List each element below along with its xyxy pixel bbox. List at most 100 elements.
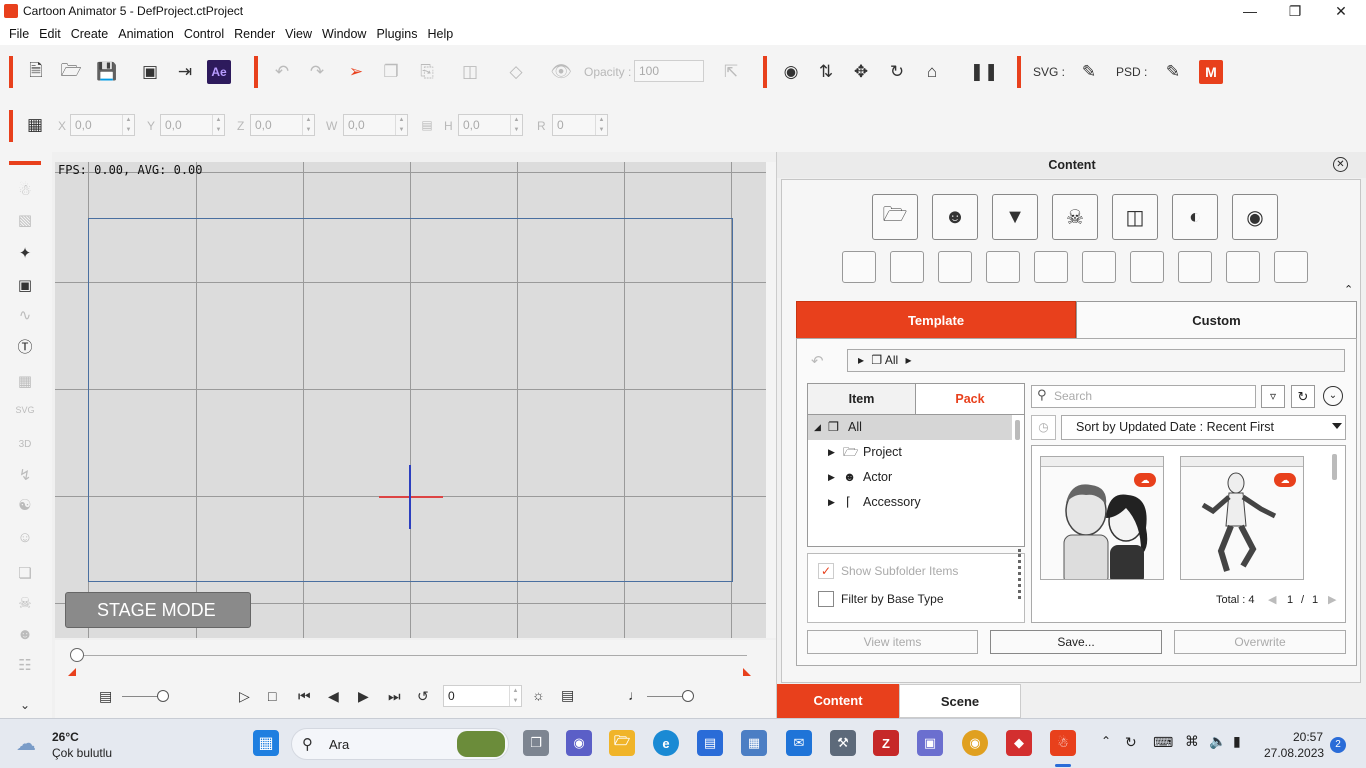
- menu-animation[interactable]: Animation: [113, 27, 179, 41]
- open-folder-icon[interactable]: 🗁: [57, 58, 85, 86]
- menu-create[interactable]: Create: [66, 27, 114, 41]
- back-arrow-icon[interactable]: ↶: [811, 352, 824, 370]
- menu-help[interactable]: Help: [422, 27, 458, 41]
- taskbar-search[interactable]: ⚲ Ara: [291, 728, 509, 760]
- redo-icon[interactable]: ↷: [303, 58, 331, 86]
- category-media-icon[interactable]: ◉: [1232, 194, 1278, 240]
- breadcrumb-all[interactable]: All: [885, 353, 898, 367]
- last-frame-icon[interactable]: ⏭: [388, 688, 401, 705]
- copy-icon[interactable]: ❐: [377, 58, 405, 86]
- subcategory-slot[interactable]: [1178, 251, 1212, 283]
- r-field[interactable]: 0 ▲ ▼: [552, 114, 608, 136]
- page-current[interactable]: 1: [1287, 594, 1293, 606]
- face-icon[interactable]: ☺: [12, 524, 38, 550]
- clock-date[interactable]: 27.08.2023: [1264, 746, 1324, 760]
- 3d-icon[interactable]: 3D: [12, 431, 38, 457]
- new-file-icon[interactable]: 🗎: [22, 58, 50, 86]
- save-button[interactable]: Save...: [990, 630, 1162, 654]
- menu-edit[interactable]: Edit: [34, 27, 66, 41]
- deform-icon[interactable]: ☷: [12, 652, 38, 678]
- psd-edit-icon[interactable]: ✎: [1159, 58, 1187, 86]
- menu-render[interactable]: Render: [229, 27, 280, 41]
- close-button[interactable]: ✕: [1318, 0, 1364, 23]
- rotate-icon[interactable]: ↻: [883, 58, 911, 86]
- panel-splitter[interactable]: [1018, 549, 1022, 599]
- timeline-panel-icon[interactable]: ▤: [561, 687, 574, 704]
- prev-page-icon[interactable]: ◀: [1268, 593, 1276, 606]
- tray-chevron-up-icon[interactable]: ⌃: [1101, 734, 1111, 748]
- h-spinner[interactable]: ▲ ▼: [510, 115, 522, 135]
- preview-icon[interactable]: ▣: [136, 58, 164, 86]
- subcategory-slot[interactable]: [1082, 251, 1116, 283]
- svg-tool-icon[interactable]: SVG: [12, 397, 38, 423]
- minimize-button[interactable]: —: [1227, 0, 1273, 23]
- breadcrumb-arrow-icon[interactable]: ▸: [858, 353, 864, 367]
- mail-icon[interactable]: ✉: [786, 730, 812, 756]
- export-icon[interactable]: ⇥: [171, 58, 199, 86]
- svg-edit-icon[interactable]: ✎: [1075, 58, 1103, 86]
- x-spinner[interactable]: ▲ ▼: [122, 115, 134, 135]
- subcategory-slot[interactable]: [938, 251, 972, 283]
- loop-icon[interactable]: ↺: [417, 688, 429, 705]
- subcategory-slot[interactable]: [890, 251, 924, 283]
- puppet-icon[interactable]: ☯: [12, 492, 38, 518]
- tree-item-accessory[interactable]: ▶ ⌈ Accessory: [808, 490, 1012, 515]
- view-items-button[interactable]: View items: [807, 630, 978, 654]
- category-actor-icon[interactable]: ☻: [932, 194, 978, 240]
- y-field[interactable]: 0,0 ▲ ▼: [160, 114, 225, 136]
- x-field[interactable]: 0,0 ▲ ▼: [70, 114, 135, 136]
- tree-expand-icon[interactable]: ▶: [828, 465, 835, 490]
- store-icon[interactable]: ▤: [697, 730, 723, 756]
- task-view-icon[interactable]: ❐: [523, 730, 549, 756]
- panel-close-icon[interactable]: ✕: [1333, 157, 1348, 172]
- figure-icon[interactable]: ☠: [12, 590, 38, 616]
- menu-window[interactable]: Window: [317, 27, 371, 41]
- scene-icon[interactable]: ▣: [12, 272, 38, 298]
- tree-item-project[interactable]: ▶ 🗁 Project: [808, 440, 1012, 465]
- start-windows-icon[interactable]: ▦: [253, 730, 279, 756]
- tab-item[interactable]: Item: [807, 383, 916, 415]
- link-icon[interactable]: ▤: [413, 111, 441, 139]
- tray-volume-icon[interactable]: 🔈: [1209, 733, 1226, 750]
- next-frame-icon[interactable]: ▶: [358, 688, 369, 705]
- grid-scrollbar[interactable]: [1332, 454, 1337, 480]
- tab-pack[interactable]: Pack: [915, 383, 1025, 415]
- tree-item-all[interactable]: ◢ ❐ All: [808, 415, 1012, 440]
- chrome-icon[interactable]: ◉: [962, 730, 988, 756]
- content-card-mannequin[interactable]: ☁: [1180, 456, 1304, 580]
- content-card-characters[interactable]: ☁: [1040, 456, 1164, 580]
- bottom-tab-scene[interactable]: Scene: [899, 684, 1021, 718]
- h-field[interactable]: 0,0 ▲ ▼: [458, 114, 523, 136]
- move-up-icon[interactable]: ⇅: [812, 58, 840, 86]
- category-folder-icon[interactable]: 🗁: [872, 194, 918, 240]
- motion-icon[interactable]: ↯: [12, 462, 38, 488]
- frame-field[interactable]: 0 ▲ ▼: [443, 685, 522, 707]
- timeline-playhead[interactable]: [70, 648, 84, 662]
- select-arrow-icon[interactable]: ➢: [342, 58, 370, 86]
- menu-file[interactable]: File: [4, 27, 34, 41]
- menu-plugins[interactable]: Plugins: [371, 27, 422, 41]
- weather-cloud-icon[interactable]: ☁: [16, 731, 36, 756]
- play-icon[interactable]: ▷: [239, 688, 250, 705]
- category-motion-icon[interactable]: ☠: [1052, 194, 1098, 240]
- tree-expand-icon[interactable]: ▶: [828, 440, 835, 465]
- category-prop-icon[interactable]: ◐: [1172, 194, 1218, 240]
- end-marker[interactable]: [743, 668, 751, 676]
- w-field[interactable]: 0,0 ▲ ▼: [343, 114, 408, 136]
- visibility-icon[interactable]: 👁: [547, 58, 575, 86]
- cartoon-animator-taskbar-icon[interactable]: ☃: [1050, 730, 1076, 756]
- music-note-icon[interactable]: ♩: [628, 687, 642, 703]
- z-spinner[interactable]: ▲ ▼: [302, 115, 314, 135]
- stage-canvas[interactable]: FPS: 0.00, AVG: 0.00 STAGE MODE: [55, 162, 766, 638]
- calculator-icon[interactable]: ▦: [741, 730, 767, 756]
- search-input[interactable]: Search: [1031, 385, 1256, 408]
- audio-icon[interactable]: ∿: [12, 302, 38, 328]
- subcategory-slot[interactable]: [842, 251, 876, 283]
- layer-icon[interactable]: ❏: [12, 560, 38, 586]
- subcategory-slot[interactable]: [1226, 251, 1260, 283]
- collapse-up-icon[interactable]: ⌃: [1344, 283, 1353, 296]
- tab-template[interactable]: Template: [796, 301, 1076, 339]
- tree-scrollbar[interactable]: [1015, 420, 1020, 440]
- expand-icon[interactable]: ⌄: [12, 692, 38, 718]
- prev-frame-icon[interactable]: ◀: [328, 688, 339, 705]
